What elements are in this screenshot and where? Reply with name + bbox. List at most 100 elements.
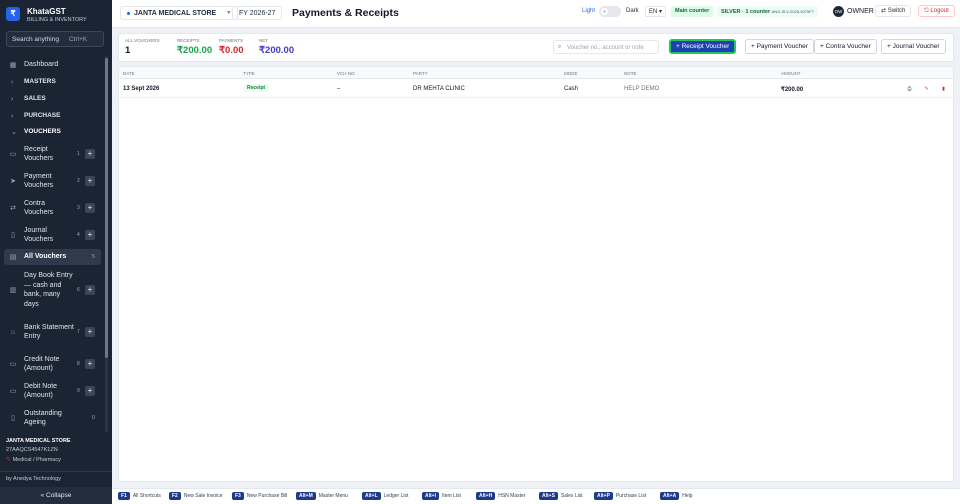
shortcut-master-menu[interactable]: Alt+M Master Menu xyxy=(296,492,348,500)
cell-amount: ₹200.00 xyxy=(781,87,804,93)
add-icon[interactable]: + xyxy=(85,359,95,369)
shortcut-key: Alt+A xyxy=(660,492,680,500)
sidebar-item-day-book-entry[interactable]: ▥ Day Book Entry — cash and bank, many d… xyxy=(4,269,101,311)
table-row[interactable]: 13 Sept 2026 Receipt – DR MEHTA CLINIC C… xyxy=(119,80,953,98)
sidebar-nav: ▦ Dashboard › MASTERS › SALES › PURCHASE… xyxy=(0,58,112,430)
shortcut-new-purchase-bill[interactable]: F3 New Purchase Bill xyxy=(232,492,287,500)
sidebar-item-vouchers[interactable]: ⌄ VOUCHERS xyxy=(4,125,101,139)
sidebar-search-input[interactable]: Search anything Ctrl+K xyxy=(6,31,104,47)
logout-button[interactable]: ⎋ Logout xyxy=(918,5,955,17)
add-icon[interactable]: + xyxy=(85,176,95,186)
theme-dark-label: Dark xyxy=(626,8,639,14)
fy-label: FY 2026-27 xyxy=(239,9,276,17)
sidebar-item-all-vouchers[interactable]: ▤ All Vouchers 5 xyxy=(4,249,101,265)
collapse-sidebar-button[interactable]: « Collapse xyxy=(0,487,112,504)
sidebar-item-label: All Vouchers xyxy=(24,253,67,261)
shortcut-sales-list[interactable]: Alt+S Sales List xyxy=(539,492,583,500)
sidebar-item-label: Dashboard xyxy=(24,61,59,69)
shortcut-all-shortcuts[interactable]: F1 All Shortcuts xyxy=(118,492,161,500)
column-header-note[interactable]: NOTE xyxy=(624,71,637,76)
shortcut-number: 2 xyxy=(77,178,80,184)
search-placeholder: Search anything xyxy=(12,36,59,43)
chevron-down-icon: ▼ xyxy=(226,10,232,16)
shortcut-key: F1 xyxy=(118,492,130,500)
shortcut-ledger-list[interactable]: Alt+L Ledger List xyxy=(362,492,408,500)
sidebar-item-label: PURCHASE xyxy=(24,112,61,120)
shortcut-label: Ledger List xyxy=(383,493,409,499)
column-header-mode[interactable]: MODE xyxy=(564,71,578,76)
receipt-icon: ▭ xyxy=(9,151,17,158)
shortcut-number: 7 xyxy=(77,329,80,335)
add-icon[interactable]: + xyxy=(85,230,95,240)
sidebar-item-contra-vouchers[interactable]: ⇄ Contra Vouchers 3 + xyxy=(4,196,101,220)
brand-name: KhataGST xyxy=(27,7,66,16)
rupee-logo-icon: ₹ xyxy=(6,7,20,21)
column-header-type[interactable]: TYPE xyxy=(243,71,255,76)
chevron-down-icon: ⌄ xyxy=(11,129,17,136)
sidebar-item-receipt-vouchers[interactable]: ▭ Receipt Vouchers 1 + xyxy=(4,142,101,166)
add-journal-voucher-button[interactable]: + Journal Voucher xyxy=(881,39,946,54)
shortcut-key: Alt+M xyxy=(296,492,316,500)
shortcut-hsn-master[interactable]: Alt+H HSN Master xyxy=(476,492,525,500)
add-icon[interactable]: + xyxy=(85,203,95,213)
shortcut-label: New Sale Invoice xyxy=(183,493,223,499)
switch-button[interactable]: ⇄ Switch xyxy=(875,5,912,17)
avatar[interactable]: OW xyxy=(833,6,844,17)
sidebar-item-dashboard[interactable]: ▦ Dashboard xyxy=(4,58,101,72)
sidebar-item-bank-statement-entry[interactable]: ⌂ Bank Statement Entry 7 + xyxy=(4,316,101,348)
add-receipt-voucher-button[interactable]: + Receipt Voucher xyxy=(669,39,737,54)
sidebar-item-outstanding-ageing[interactable]: ▯ Outstanding Ageing 0 xyxy=(4,406,101,430)
edit-icon[interactable]: ✎ xyxy=(922,85,931,94)
shortcut-number: 1 xyxy=(77,151,80,157)
sidebar-item-masters[interactable]: › MASTERS xyxy=(4,75,101,89)
add-payment-voucher-button[interactable]: + Payment Voucher xyxy=(745,39,814,54)
sidebar-item-label: Outstanding Ageing xyxy=(24,409,62,427)
sidebar-item-payment-vouchers[interactable]: ➤ Payment Vouchers 2 + xyxy=(4,169,101,193)
add-contra-voucher-button[interactable]: + Contra Voucher xyxy=(814,39,877,54)
sidebar-item-label: SALES xyxy=(24,95,46,103)
column-header-amount[interactable]: AMOUNT xyxy=(781,71,801,76)
sidebar-item-label: Receipt Vouchers xyxy=(24,145,54,163)
sidebar-item-sales[interactable]: › SALES xyxy=(4,92,101,106)
brand-tagline: BILLING & INVENTORY xyxy=(27,17,87,23)
shortcut-label: Sales List xyxy=(560,493,583,499)
shortcut-new-sale-invoice[interactable]: F2 New Sale Invoice xyxy=(169,492,222,500)
delete-icon[interactable]: ▮ xyxy=(939,85,948,94)
brand[interactable]: ₹ KhataGST BILLING & INVENTORY xyxy=(6,6,108,26)
shortcut-number: 4 xyxy=(77,232,80,238)
clipboard-icon: ▯ xyxy=(11,415,15,422)
sidebar: ₹ KhataGST BILLING & INVENTORY Search an… xyxy=(0,0,112,504)
voucher-search-input[interactable]: ⌕ Voucher no., account or note xyxy=(553,40,659,54)
add-icon[interactable]: + xyxy=(85,285,95,295)
add-icon[interactable]: + xyxy=(85,149,95,159)
table-header: DATE TYPE VCH NO. PARTY MODE NOTE AMOUNT xyxy=(119,67,953,79)
sidebar-scrollbar-thumb[interactable] xyxy=(105,58,108,358)
store-selector[interactable]: JANTA MEDICAL STORE ▼ xyxy=(120,6,239,20)
add-icon[interactable]: + xyxy=(85,386,95,396)
shortcut-key: Alt+S xyxy=(539,492,558,500)
pill-icon: ✎ xyxy=(6,457,12,463)
search-placeholder: Voucher no., account or note xyxy=(567,45,644,51)
shortcut-item-list[interactable]: Alt+I Item List xyxy=(422,492,461,500)
stat-receipts: RECEIPTS ₹200.00 xyxy=(177,38,212,56)
print-icon[interactable]: ⎙ xyxy=(905,85,914,94)
shortcut-help[interactable]: Alt+A Help xyxy=(660,492,693,500)
sidebar-item-label: Payment Vouchers xyxy=(24,172,54,190)
column-header-vch-no[interactable]: VCH NO. xyxy=(337,71,356,76)
theme-toggle[interactable]: ☀ xyxy=(599,6,621,17)
column-header-date[interactable]: DATE xyxy=(123,71,135,76)
add-icon[interactable]: + xyxy=(85,327,95,337)
sidebar-item-label: Debit Note (Amount) xyxy=(24,382,58,400)
sidebar-item-purchase[interactable]: › PURCHASE xyxy=(4,109,101,123)
stat-value: ₹0.00 xyxy=(219,45,244,56)
column-header-party[interactable]: PARTY xyxy=(413,71,428,76)
shortcut-key: Alt+I xyxy=(422,492,439,500)
fy-selector[interactable]: FY 2026-27 xyxy=(232,6,283,20)
sidebar-item-debit-note[interactable]: ▭ Debit Note (Amount) 9 + xyxy=(4,379,101,403)
language-select[interactable]: EN ▾ xyxy=(645,6,667,17)
shortcut-purchase-list[interactable]: Alt+P Purchase List xyxy=(594,492,646,500)
sidebar-item-journal-vouchers[interactable]: ▯ Journal Vouchers 4 + xyxy=(4,223,101,247)
shortcut-label: Master Menu xyxy=(318,493,348,499)
sidebar-item-credit-note[interactable]: ▭ Credit Note (Amount) 8 + xyxy=(4,352,101,376)
store-name: JANTA MEDICAL STORE xyxy=(6,438,71,444)
